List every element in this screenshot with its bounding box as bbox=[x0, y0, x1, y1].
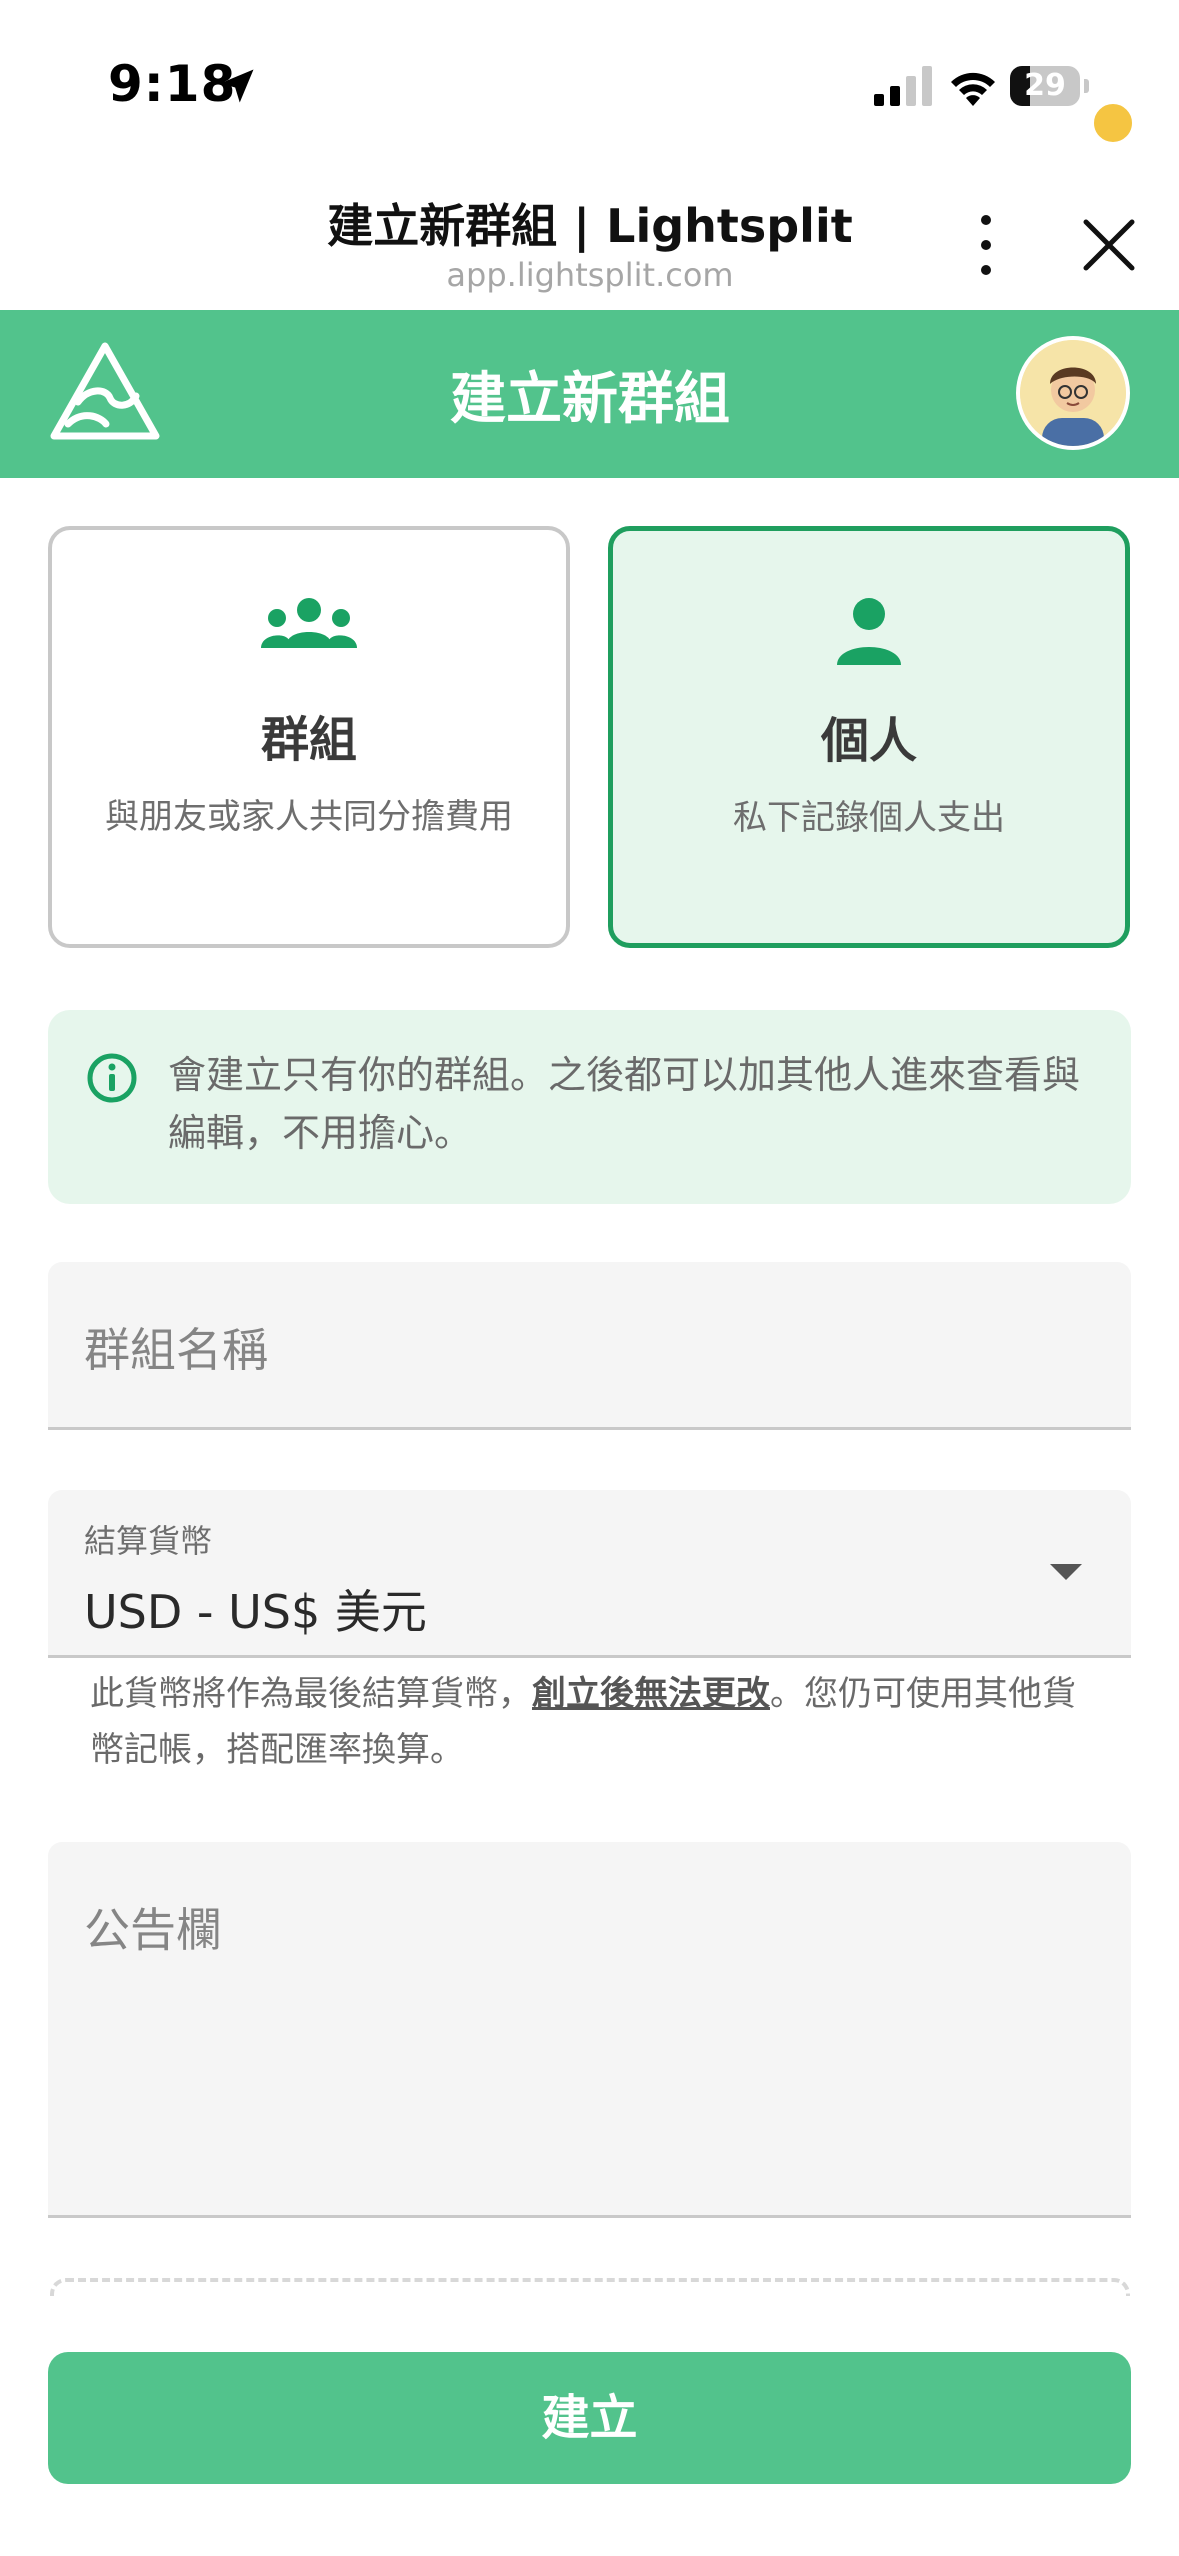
dashed-section-divider bbox=[50, 2278, 1130, 2298]
close-icon[interactable] bbox=[1080, 216, 1138, 274]
type-option-title: 群組 bbox=[260, 712, 357, 768]
dropdown-arrow-icon bbox=[1050, 1564, 1082, 1580]
create-button[interactable]: 建立 bbox=[48, 2352, 1131, 2484]
browser-url[interactable]: app.lightsplit.com bbox=[290, 256, 890, 294]
wifi-icon bbox=[951, 72, 995, 106]
page-title: 建立新群組 bbox=[450, 367, 730, 432]
lightsplit-logo-icon[interactable] bbox=[48, 340, 162, 444]
announcement-textarea[interactable]: 公告欄 bbox=[48, 1842, 1131, 2218]
currency-helper-text: 此貨幣將作為最後結算貨幣，創立後無法更改。您仍可使用其他貨幣記帳，搭配匯率換算。 bbox=[90, 1666, 1100, 1778]
battery-level-text: 29 bbox=[1024, 68, 1066, 103]
currency-helper-pre: 此貨幣將作為最後結算貨幣， bbox=[90, 1674, 532, 1714]
browser-header: 建立新群組 | Lightsplit app.lightsplit.com bbox=[0, 170, 1179, 310]
currency-select[interactable]: 結算貨幣 USD - US$ 美元 bbox=[48, 1490, 1131, 1658]
type-option-group[interactable]: 群組 與朋友或家人共同分擔費用 bbox=[48, 526, 570, 948]
info-icon bbox=[87, 1053, 137, 1103]
type-option-description: 私下記錄個人支出 bbox=[733, 798, 1005, 838]
battery-indicator: 29 bbox=[1010, 66, 1090, 106]
star-badge-icon bbox=[1090, 100, 1136, 146]
more-options-icon[interactable] bbox=[966, 210, 1006, 280]
currency-value: USD - US$ 美元 bbox=[84, 1585, 427, 1639]
user-avatar-icon bbox=[1020, 340, 1126, 446]
info-callout: 會建立只有你的群組。之後都可以加其他人進來查看與編輯，不用擔心。 bbox=[48, 1010, 1131, 1204]
announcement-placeholder: 公告欄 bbox=[84, 1903, 222, 1957]
currency-helper-emphasis: 創立後無法更改 bbox=[532, 1674, 770, 1714]
currency-label: 結算貨幣 bbox=[84, 1522, 213, 1560]
info-text: 會建立只有你的群組。之後都可以加其他人進來查看與編輯，不用擔心。 bbox=[168, 1053, 1081, 1155]
person-icon bbox=[837, 598, 901, 665]
avatar[interactable] bbox=[1016, 336, 1130, 450]
type-option-title: 個人 bbox=[820, 713, 917, 769]
cellular-signal-icon bbox=[874, 66, 932, 106]
type-option-description: 與朋友或家人共同分擔費用 bbox=[105, 797, 513, 837]
location-arrow-icon bbox=[220, 69, 254, 103]
status-bar: 9:18 29 bbox=[0, 0, 1179, 170]
group-name-input[interactable]: 群組名稱 bbox=[48, 1262, 1131, 1430]
app-header: 建立新群組 bbox=[0, 310, 1179, 478]
type-option-personal[interactable]: 個人 私下記錄個人支出 bbox=[608, 526, 1130, 948]
group-icon bbox=[261, 598, 357, 648]
browser-page-title: 建立新群組 | Lightsplit bbox=[327, 199, 853, 253]
group-name-placeholder: 群組名稱 bbox=[84, 1323, 268, 1377]
